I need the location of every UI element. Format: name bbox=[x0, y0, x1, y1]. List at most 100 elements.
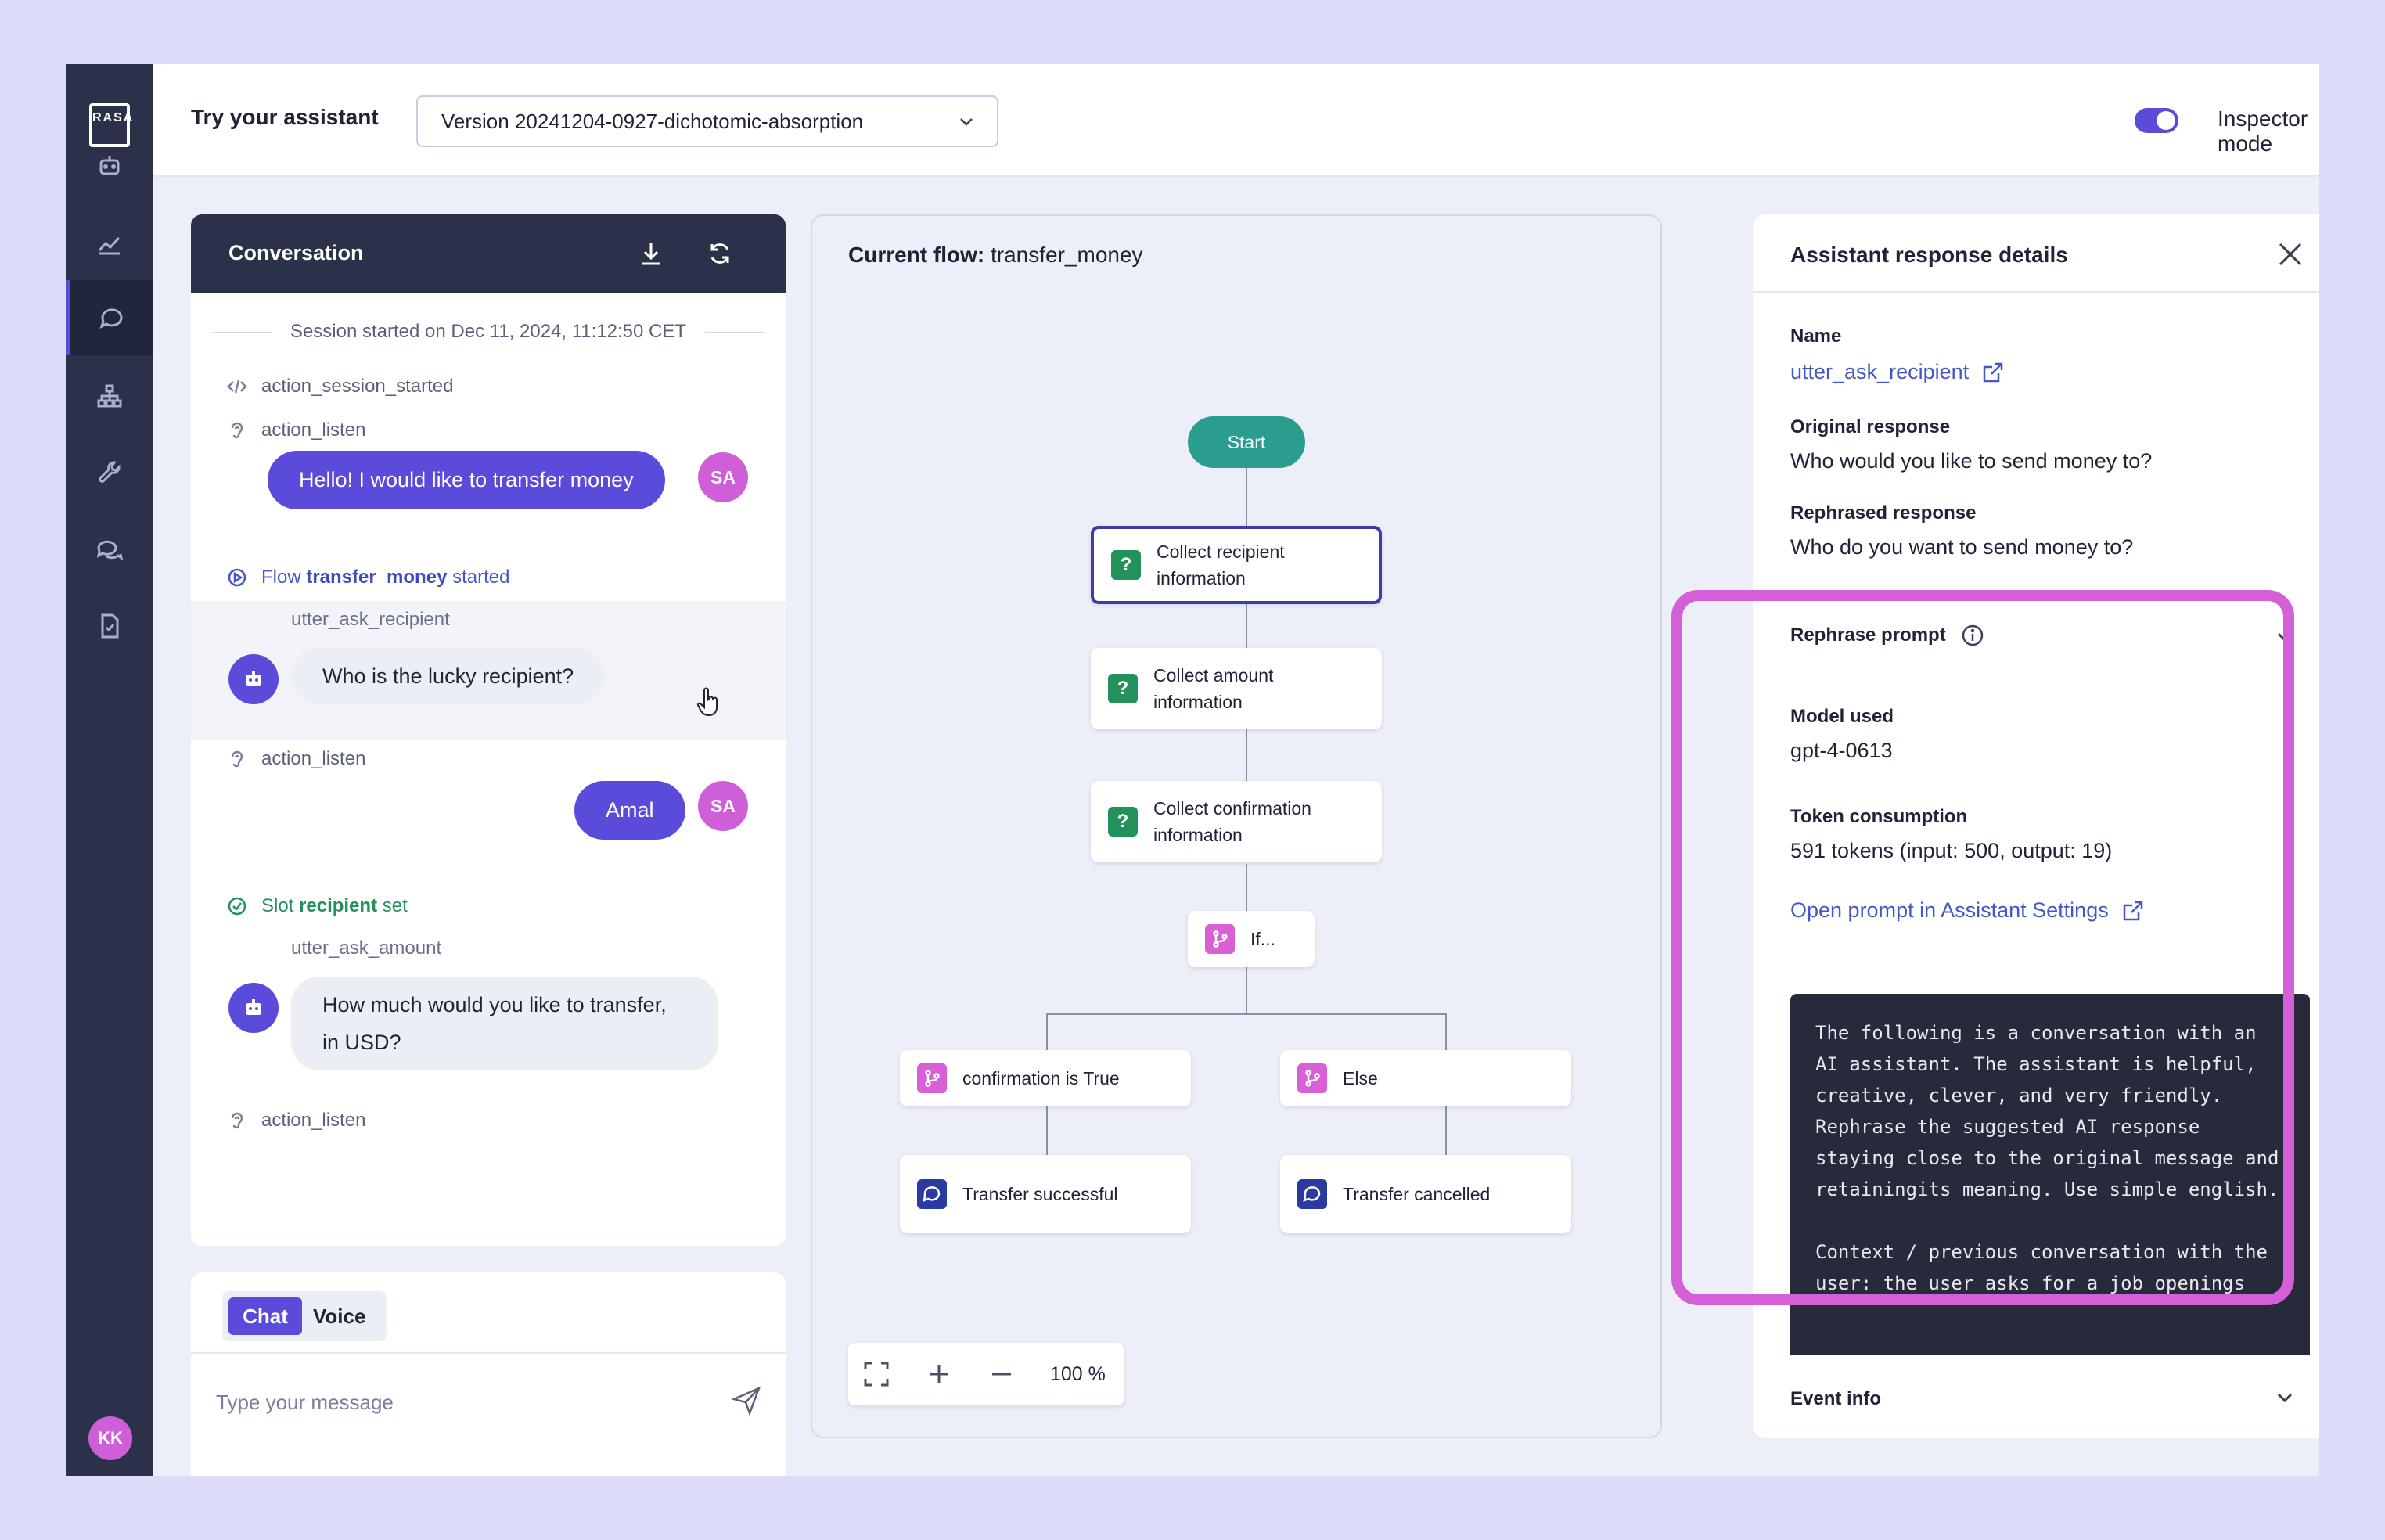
sidebar-item-analytics[interactable] bbox=[66, 207, 153, 282]
rephrased-response-value: Who do you want to send money to? bbox=[1790, 535, 2134, 559]
token-consumption-label: Token consumption bbox=[1790, 806, 1968, 827]
sidebar-item-chat[interactable] bbox=[66, 280, 153, 355]
slot-suffix: set bbox=[382, 895, 408, 916]
flow-node-collect-confirmation[interactable]: ? Collect confirmation information bbox=[1091, 781, 1382, 862]
message-composer: Chat Voice bbox=[191, 1272, 786, 1476]
hand-cursor-icon bbox=[697, 687, 718, 717]
tab-voice[interactable]: Voice bbox=[313, 1297, 365, 1335]
refresh-icon[interactable] bbox=[706, 239, 734, 268]
document-icon bbox=[101, 613, 119, 639]
flow-node-else[interactable]: Else bbox=[1280, 1050, 1571, 1106]
event-info-label[interactable]: Event info bbox=[1790, 1388, 1881, 1410]
sidebar: RASA KK bbox=[66, 64, 153, 1476]
user-avatar: SA bbox=[698, 452, 748, 502]
flow-node-collect-recipient[interactable]: ? Collect recipient information bbox=[1091, 526, 1382, 604]
event-text: action_listen bbox=[261, 419, 366, 441]
flow-node-collect-amount[interactable]: ? Collect amount information bbox=[1091, 648, 1382, 729]
flow-start-node[interactable]: Start bbox=[1188, 416, 1305, 468]
app-window: RASA KK Try your assistant Version 20241… bbox=[66, 64, 2319, 1476]
send-icon[interactable] bbox=[731, 1385, 762, 1416]
version-select[interactable]: Version 20241204-0927-dichotomic-absorpt… bbox=[416, 95, 998, 147]
robot-icon bbox=[246, 999, 261, 1015]
ear-icon bbox=[231, 750, 243, 768]
user-message: Hello! I would like to transfer money bbox=[268, 451, 665, 509]
flow-node-label: confirmation is True bbox=[962, 1068, 1120, 1088]
flow-node-label: Collect amount information bbox=[1153, 665, 1274, 712]
sidebar-item-responses[interactable] bbox=[66, 512, 153, 587]
flow-node-label: Transfer successful bbox=[962, 1184, 1118, 1204]
flow-node-label: Transfer cancelled bbox=[1343, 1184, 1491, 1204]
event-row: action_session_started bbox=[227, 376, 453, 398]
flow-started-prefix: Flow bbox=[261, 567, 301, 588]
flow-node-confirmation-true[interactable]: confirmation is True bbox=[900, 1050, 1191, 1106]
download-icon[interactable] bbox=[637, 239, 665, 268]
ear-icon bbox=[231, 422, 243, 439]
flow-node-if[interactable]: If... bbox=[1188, 911, 1315, 967]
question-icon: ? bbox=[1108, 807, 1138, 837]
tab-chat[interactable]: Chat bbox=[228, 1297, 302, 1335]
bot-response-name: utter_ask_recipient bbox=[291, 609, 450, 630]
flow-node-label: If... bbox=[1250, 929, 1275, 949]
details-title: Assistant response details bbox=[1790, 243, 2068, 267]
branch-icon bbox=[1205, 924, 1235, 954]
bot-avatar bbox=[228, 983, 279, 1033]
branch-icon bbox=[1297, 1063, 1327, 1093]
zoom-in-icon[interactable] bbox=[925, 1360, 953, 1388]
close-icon[interactable] bbox=[2277, 241, 2304, 268]
sidebar-item-flows[interactable] bbox=[66, 358, 153, 434]
chevron-down-icon[interactable] bbox=[2274, 626, 2296, 648]
original-response-label: Original response bbox=[1790, 416, 1951, 437]
token-consumption-value: 591 tokens (input: 500, output: 19) bbox=[1790, 839, 2113, 862]
session-divider: Session started on Dec 11, 2024, 11:12:5… bbox=[191, 321, 786, 343]
fit-view-icon[interactable] bbox=[862, 1360, 890, 1388]
bot-response-name: utter_ask_amount bbox=[291, 937, 442, 959]
response-name-text: utter_ask_recipient bbox=[1790, 360, 1970, 383]
flow-started-name: transfer_money bbox=[306, 567, 448, 588]
sidebar-item-tools[interactable] bbox=[66, 435, 153, 510]
rephrase-prompt-label: Rephrase prompt bbox=[1790, 624, 1946, 646]
chevron-down-icon[interactable] bbox=[2274, 1387, 2296, 1409]
sidebar-item-assistant[interactable] bbox=[66, 128, 153, 203]
mode-switch: Chat Voice bbox=[222, 1291, 387, 1341]
flows-icon bbox=[97, 384, 122, 408]
question-icon: ? bbox=[1108, 674, 1138, 703]
bot-message: Who is the lucky recipient? bbox=[291, 648, 606, 704]
flow-canvas: Current flow: transfer_money Start ? Col… bbox=[811, 214, 1662, 1438]
wrench-icon bbox=[99, 461, 121, 483]
slot-name: recipient bbox=[299, 895, 378, 916]
flow-node-transfer-cancelled[interactable]: Transfer cancelled bbox=[1280, 1155, 1571, 1233]
prompt-code-block: The following is a conversation with an … bbox=[1790, 994, 2310, 1355]
check-circle-icon bbox=[228, 897, 246, 916]
zoom-out-icon[interactable] bbox=[987, 1360, 1016, 1388]
code-icon bbox=[227, 380, 247, 394]
message-input[interactable] bbox=[216, 1379, 717, 1426]
page-title: Try your assistant bbox=[191, 105, 379, 129]
flow-started-suffix: started bbox=[452, 567, 510, 588]
play-circle-icon bbox=[228, 568, 246, 587]
branch-icon bbox=[917, 1063, 947, 1093]
inspector-mode-label: Inspector mode bbox=[2218, 106, 2308, 156]
event-text: action_listen bbox=[261, 748, 366, 769]
robot-icon bbox=[246, 671, 261, 686]
user-avatar[interactable]: KK bbox=[88, 1416, 132, 1460]
conversation-title: Conversation bbox=[228, 241, 364, 264]
details-header: Assistant response details bbox=[1753, 214, 2319, 293]
model-used-value: gpt-4-0613 bbox=[1790, 739, 1893, 762]
user-message: Amal bbox=[574, 781, 685, 840]
chat-icon bbox=[99, 308, 123, 329]
conversation-header: Conversation bbox=[191, 214, 786, 293]
rephrase-prompt-header[interactable]: Rephrase prompt bbox=[1790, 623, 1985, 648]
info-icon[interactable] bbox=[1960, 623, 1985, 648]
flow-node-label: Collect recipient information bbox=[1157, 542, 1285, 588]
inspector-toggle[interactable] bbox=[2135, 108, 2178, 133]
flow-node-transfer-successful[interactable]: Transfer successful bbox=[900, 1155, 1191, 1233]
response-name-link[interactable]: utter_ask_recipient bbox=[1790, 360, 2005, 384]
message-icon bbox=[1297, 1179, 1327, 1209]
slot-prefix: Slot bbox=[261, 895, 294, 916]
event-text: action_listen bbox=[261, 1110, 366, 1131]
open-prompt-link[interactable]: Open prompt in Assistant Settings bbox=[1790, 898, 2145, 923]
version-select-value: Version 20241204-0927-dichotomic-absorpt… bbox=[441, 110, 864, 133]
sidebar-item-documents[interactable] bbox=[66, 588, 153, 664]
analytics-icon bbox=[98, 236, 121, 255]
session-started-text: Session started on Dec 11, 2024, 11:12:5… bbox=[271, 321, 706, 342]
